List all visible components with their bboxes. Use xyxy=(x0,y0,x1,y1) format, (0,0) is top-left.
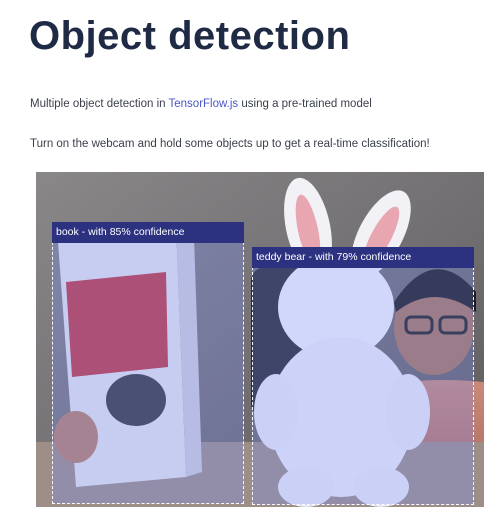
webcam-view: book - with 85% confidence teddy bear - … xyxy=(36,172,484,507)
intro-prefix: Multiple object detection in xyxy=(30,98,169,110)
teddy-bear-detection-box xyxy=(252,247,474,505)
intro-suffix: using a pre-trained model xyxy=(238,98,372,110)
tensorflow-link[interactable]: TensorFlow.js xyxy=(169,98,239,110)
teddy-bear-detection-label: teddy bear - with 79% confidence xyxy=(252,247,474,268)
book-detection-label: book - with 85% confidence xyxy=(52,222,244,243)
book-detection-box xyxy=(52,222,244,504)
intro-text: Multiple object detection in TensorFlow.… xyxy=(30,98,372,110)
page-title: Object detection xyxy=(29,14,351,58)
instruction-text: Turn on the webcam and hold some objects… xyxy=(30,138,430,150)
